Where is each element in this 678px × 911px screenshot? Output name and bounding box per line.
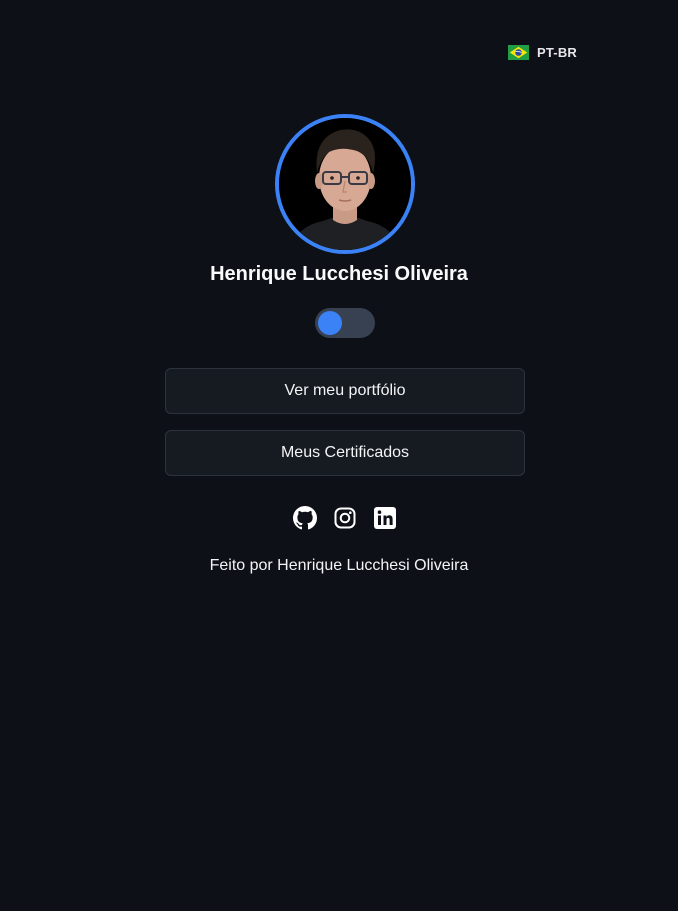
language-selector[interactable]: PT-BR: [508, 45, 577, 60]
theme-toggle[interactable]: [315, 308, 375, 338]
instagram-link[interactable]: [333, 506, 357, 530]
profile-photo: [279, 118, 411, 250]
portfolio-button[interactable]: Ver meu portfólio: [165, 368, 525, 414]
certificates-button[interactable]: Meus Certificados: [165, 430, 525, 476]
github-link[interactable]: [293, 506, 317, 530]
social-links: [293, 506, 397, 530]
linkedin-link[interactable]: [373, 506, 397, 530]
page: PT-BR Henrique Lucchesi Oliveira Ver meu…: [0, 0, 678, 911]
github-icon: [293, 506, 317, 530]
toggle-knob: [318, 311, 342, 335]
avatar: [275, 114, 415, 254]
language-label: PT-BR: [537, 45, 577, 60]
brazil-flag-icon: [508, 45, 529, 60]
footer-credit: Feito por Henrique Lucchesi Oliveira: [209, 557, 469, 574]
linkedin-icon: [374, 507, 396, 529]
profile-name: Henrique Lucchesi Oliveira: [210, 263, 468, 285]
instagram-icon: [334, 507, 356, 529]
